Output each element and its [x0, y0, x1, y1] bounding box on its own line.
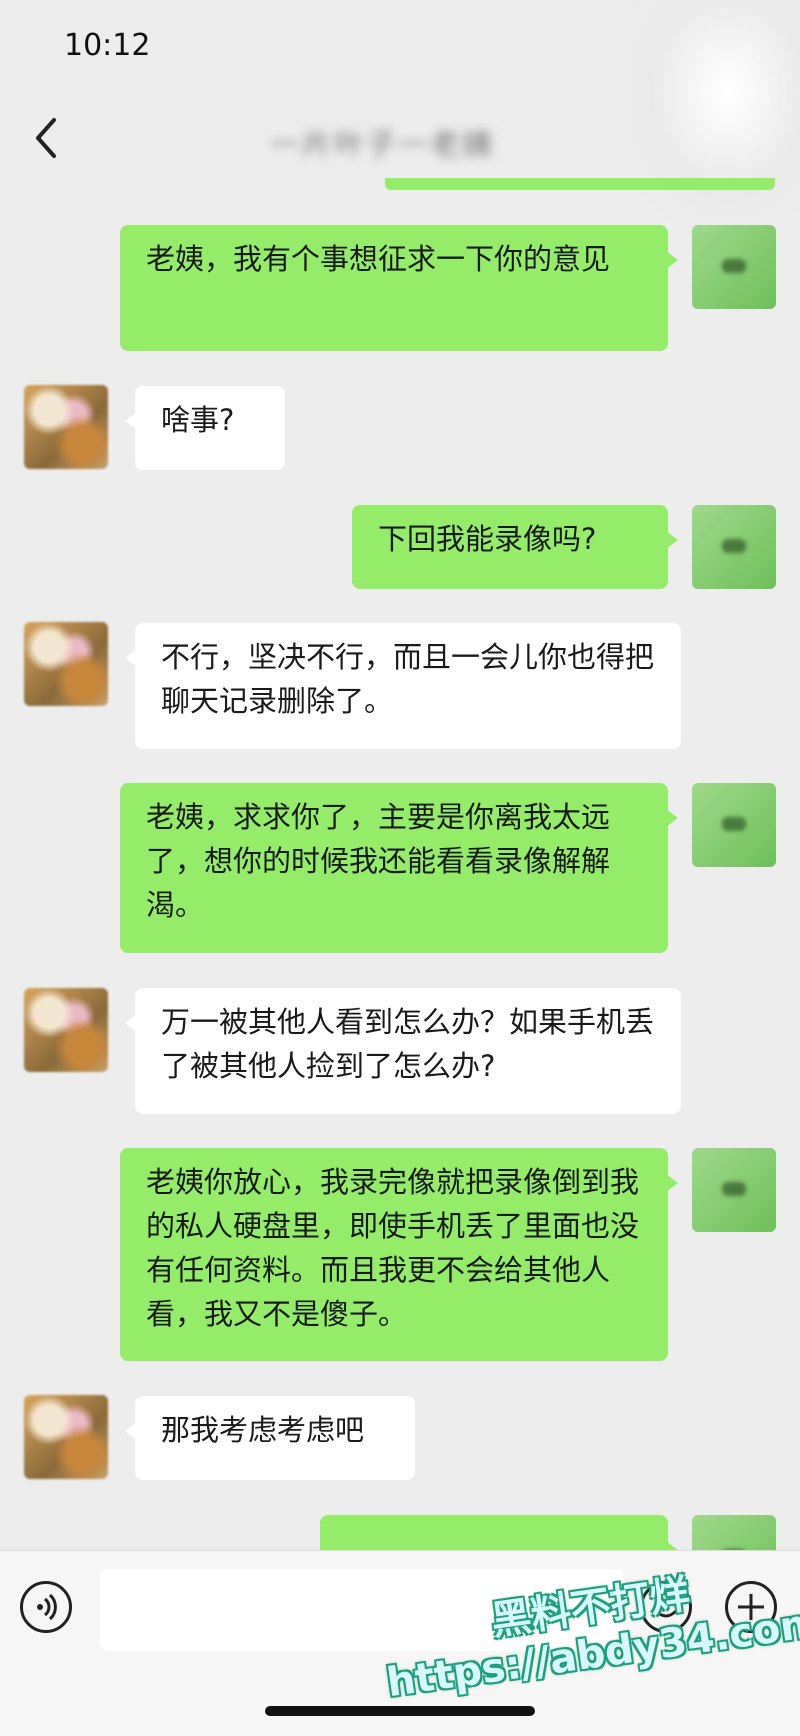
voice-icon[interactable]: [20, 1581, 72, 1633]
message-bubble-sent[interactable]: 老姨，求求你了，主要是你离我太远了，想你的时候我还能看看录像解解渴。: [120, 783, 678, 953]
message-list[interactable]: 老姨，我有个事想征求一下你的意见 啥事? 下回我能录像吗? 不行，坚决不行，而且…: [0, 0, 800, 1599]
message-bubble-sent[interactable]: 老姨你放心，我录完像就把录像倒到我的私人硬盘里，即使手机丢了里面也没有任何资料。…: [120, 1148, 678, 1361]
avatar-self[interactable]: [692, 1148, 776, 1232]
message-bubble-received[interactable]: 那我考虑考虑吧: [125, 1396, 415, 1480]
avatar-contact[interactable]: [24, 1395, 108, 1479]
message-bubble-sent[interactable]: 老姨，我有个事想征求一下你的意见: [120, 225, 678, 351]
message-bubble-received[interactable]: 啥事?: [125, 386, 285, 470]
avatar-self[interactable]: [692, 505, 776, 589]
partial-message-bubble: [385, 178, 775, 190]
avatar-contact[interactable]: [24, 385, 108, 469]
avatar-self[interactable]: [692, 225, 776, 309]
avatar-self[interactable]: [692, 783, 776, 867]
message-bubble-received[interactable]: 万一被其他人看到怎么办？如果手机丢了被其他人捡到了怎么办?: [125, 988, 681, 1114]
message-bubble-received[interactable]: 不行，坚决不行，而且一会儿你也得把聊天记录删除了。: [125, 623, 681, 749]
message-bubble-sent[interactable]: 下回我能录像吗?: [352, 505, 678, 589]
avatar-contact[interactable]: [24, 988, 108, 1072]
home-indicator: [265, 1706, 535, 1716]
avatar-contact[interactable]: [24, 622, 108, 706]
